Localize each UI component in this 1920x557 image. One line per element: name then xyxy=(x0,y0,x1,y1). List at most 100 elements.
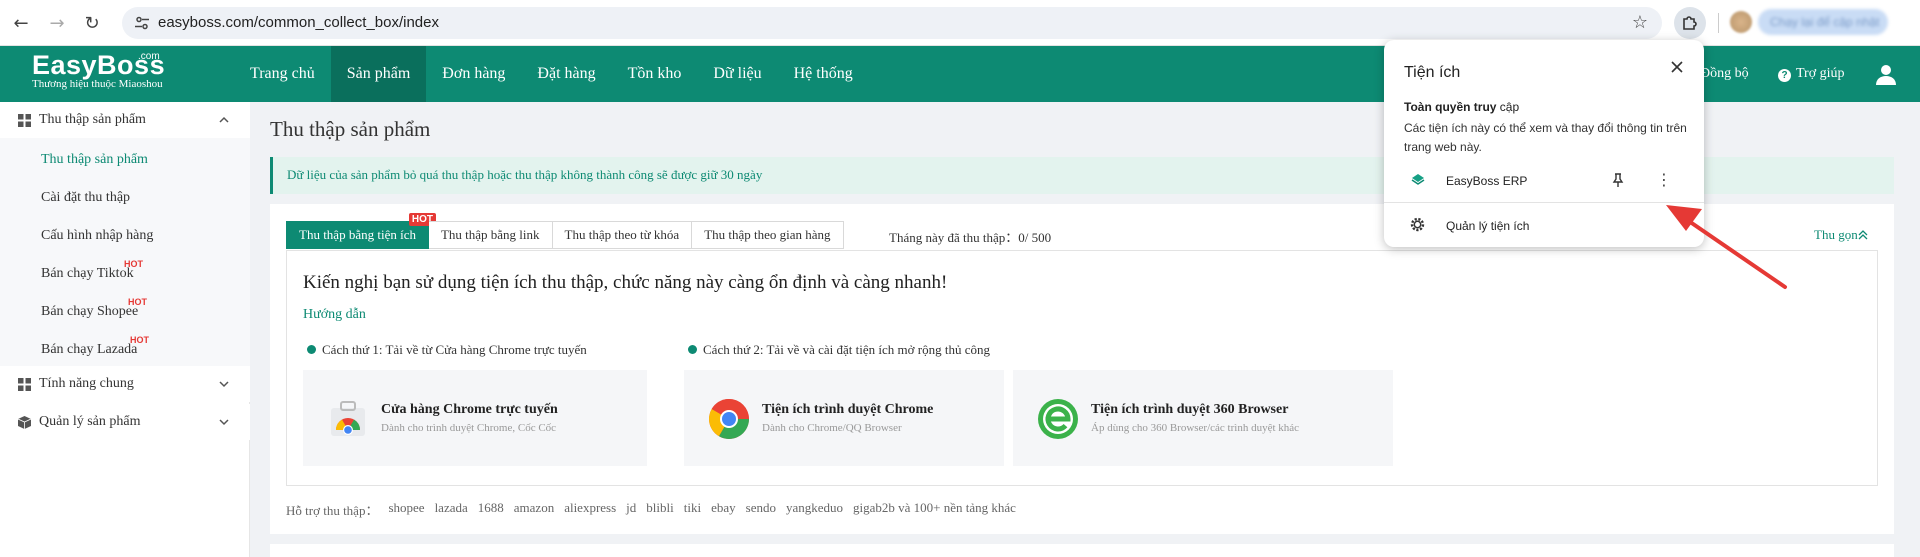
guide-link[interactable]: Hướng dẫn xyxy=(303,307,366,323)
platform: lazada xyxy=(434,500,468,515)
more-options-icon[interactable]: ⋮ xyxy=(1656,170,1672,189)
menu-orders[interactable]: Đơn hàng xyxy=(426,46,521,102)
heading-bold: truy xyxy=(1473,100,1497,114)
option-chrome-store[interactable]: Cửa hàng Chrome trực tuyến Dành cho trìn… xyxy=(303,370,647,466)
sidebar-item-import-config[interactable]: Cấu hình nhập hàng xyxy=(41,228,153,244)
platform: aliexpress xyxy=(564,500,617,515)
annotation-arrow xyxy=(1666,205,1787,289)
notice-text: Dữ liệu của sản phẩm bỏ quá thu thập hoặ… xyxy=(287,167,763,182)
method-label: Cách thứ 2: Tải về và cài đặt tiện ích m… xyxy=(703,342,990,357)
update-chip[interactable]: Chạy lại để cập nhật xyxy=(1758,9,1888,35)
sidebar-group-collect[interactable]: Thu thập sản phẩm xyxy=(0,102,250,138)
platform: tiki xyxy=(683,500,702,515)
back-icon[interactable]: ← xyxy=(9,11,33,35)
grid-icon xyxy=(18,377,31,391)
chevron-up-icon[interactable] xyxy=(218,114,230,126)
url-text[interactable]: easyboss.com/common_collect_box/index xyxy=(158,14,439,31)
sidebar-group-common[interactable]: Tính năng chung xyxy=(0,366,250,402)
monthly-quota-label: Tháng này đã thu thập： xyxy=(889,230,1019,245)
menu-home[interactable]: Trang chủ xyxy=(234,46,331,102)
menu-data[interactable]: Dữ liệu xyxy=(697,46,777,102)
monthly-quota-value: 0/ 500 xyxy=(1018,230,1052,245)
popup-access-heading: Toàn quyền truy cập xyxy=(1404,100,1519,114)
extensions-button[interactable] xyxy=(1674,7,1706,39)
hot-tag: HOT xyxy=(130,335,149,345)
bullet-dot xyxy=(307,345,316,354)
help-icon: ? xyxy=(1778,69,1791,82)
brand-tagline: Thương hiệu thuộc Miaoshou xyxy=(32,78,163,90)
platform: yangkeduo xyxy=(785,500,844,515)
menu-system[interactable]: Hệ thống xyxy=(778,46,869,102)
brand-suffix: .com xyxy=(138,51,160,62)
help-link[interactable]: ? Trợ giúp xyxy=(1778,46,1845,102)
sidebar-item-collect[interactable]: Thu thập sản phẩm xyxy=(41,152,148,168)
reload-icon[interactable]: ↻ xyxy=(80,11,104,35)
page-title: Thu thập sản phẩm xyxy=(270,117,431,141)
sidebar-group-products[interactable]: Quản lý sản phẩm xyxy=(0,404,250,440)
option-title: Tiện ích trình duyệt Chrome xyxy=(762,402,934,417)
method-2: Cách thứ 2: Tải về và cài đặt tiện ích m… xyxy=(688,342,990,358)
extension-name: EasyBoss ERP xyxy=(1446,174,1528,188)
option-desc: Dành cho trình duyệt Chrome, Cốc Cốc xyxy=(381,422,557,434)
puzzle-icon xyxy=(1683,16,1697,30)
option-title: Tiện ích trình duyệt 360 Browser xyxy=(1091,402,1289,417)
option-desc: Áp dùng cho 360 Browser/các trình duyệt … xyxy=(1091,422,1300,434)
user-icon[interactable] xyxy=(1874,62,1898,86)
chrome-icon xyxy=(709,399,749,439)
method-1: Cách thứ 1: Tải về từ Cửa hàng Chrome tr… xyxy=(307,342,587,358)
menu-products[interactable]: Sản phẩm xyxy=(330,46,427,102)
chevron-down-icon[interactable] xyxy=(218,378,230,390)
forward-icon[interactable]: → xyxy=(45,11,69,35)
hot-tag: HOT xyxy=(124,259,143,269)
collect-tabs: Thu thập bằng tiện ích HOT Thu thập bằng… xyxy=(286,213,844,249)
address-bar[interactable]: easyboss.com/common_collect_box/index ☆ xyxy=(122,7,1662,39)
sidebar-item-collect-settings[interactable]: Cài đặt thu thập xyxy=(41,190,130,206)
toolbar-divider xyxy=(1718,13,1719,33)
sidebar-submenu: Thu thập sản phẩm Cài đặt thu thập Cấu h… xyxy=(0,138,250,366)
heading-prefix: Toàn quyền xyxy=(1404,100,1474,114)
chevron-down-icon[interactable] xyxy=(218,416,230,428)
secondary-card xyxy=(270,544,1894,557)
tab-keyword[interactable]: Thu thập theo từ khóa xyxy=(552,221,693,249)
option-chrome-extension[interactable]: Tiện ích trình duyệt Chrome Dành cho Chr… xyxy=(684,370,1004,466)
main-menu: Trang chủ Sản phẩm Đơn hàng Đặt hàng Tồn… xyxy=(234,46,869,102)
logo[interactable]: EasyBoss .com Thương hiệu thuộc Miaoshou xyxy=(32,50,165,90)
double-chevron-up-icon xyxy=(1858,230,1868,240)
menu-purchase[interactable]: Đặt hàng xyxy=(521,46,611,102)
sidebar-item-tiktok[interactable]: Bán chạy Tiktok xyxy=(41,266,134,282)
collapse-link[interactable]: Thu gọn xyxy=(1814,227,1868,243)
pin-icon[interactable] xyxy=(1610,172,1626,188)
menu-inventory[interactable]: Tồn kho xyxy=(612,46,698,102)
option-title: Cửa hàng Chrome trực tuyến xyxy=(381,402,558,417)
sync-link[interactable]: Đồng bộ xyxy=(1700,46,1749,102)
platform: sendo xyxy=(745,500,776,515)
tab-store[interactable]: Thu thập theo gian hàng xyxy=(692,221,844,249)
platform: amazon xyxy=(513,500,555,515)
platform: jd xyxy=(626,500,637,515)
profile-avatar[interactable] xyxy=(1730,11,1752,33)
sidebar-group-label: Thu thập sản phẩm xyxy=(39,112,146,127)
sidebar-item-shopee[interactable]: Bán chạy Shopee xyxy=(41,304,138,320)
platform: 1688 xyxy=(477,500,504,515)
bullet-dot xyxy=(688,345,697,354)
easyboss-extension-icon xyxy=(1411,174,1425,185)
bookmark-star-icon[interactable]: ☆ xyxy=(1632,12,1648,33)
option-360-browser[interactable]: Tiện ích trình duyệt 360 Browser Áp dùng… xyxy=(1013,370,1393,466)
help-label: Trợ giúp xyxy=(1796,66,1845,81)
site-settings-icon[interactable] xyxy=(134,15,150,31)
tab-extension[interactable]: Thu thập bằng tiện ích HOT xyxy=(286,213,436,249)
chrome-web-store-icon xyxy=(331,401,365,436)
360-browser-icon xyxy=(1038,399,1078,439)
tab-link[interactable]: Thu thập bằng link xyxy=(428,221,553,249)
sidebar-item-lazada[interactable]: Bán chạy Lazada xyxy=(41,342,137,358)
popup-access-desc: Các tiện ích này có thể xem và thay đổi … xyxy=(1404,121,1687,154)
supported-platforms: Hỗ trợ thu thập： shopee lazada 1688 amaz… xyxy=(286,500,1016,519)
manage-extensions-link[interactable]: Quản lý tiện ích xyxy=(1446,219,1529,233)
popup-title: Tiện ích xyxy=(1404,64,1461,81)
monthly-quota: Tháng này đã thu thập：0/ 500 xyxy=(889,227,1051,246)
platform: gigab2b và 100+ nền tảng khác xyxy=(853,500,1016,515)
sidebar: Thu thập sản phẩm Thu thập sản phẩm Cài … xyxy=(0,102,250,557)
close-icon[interactable] xyxy=(1670,60,1684,74)
extension-row[interactable]: EasyBoss ERP ⋮ xyxy=(1384,162,1704,198)
cube-icon xyxy=(18,415,31,429)
